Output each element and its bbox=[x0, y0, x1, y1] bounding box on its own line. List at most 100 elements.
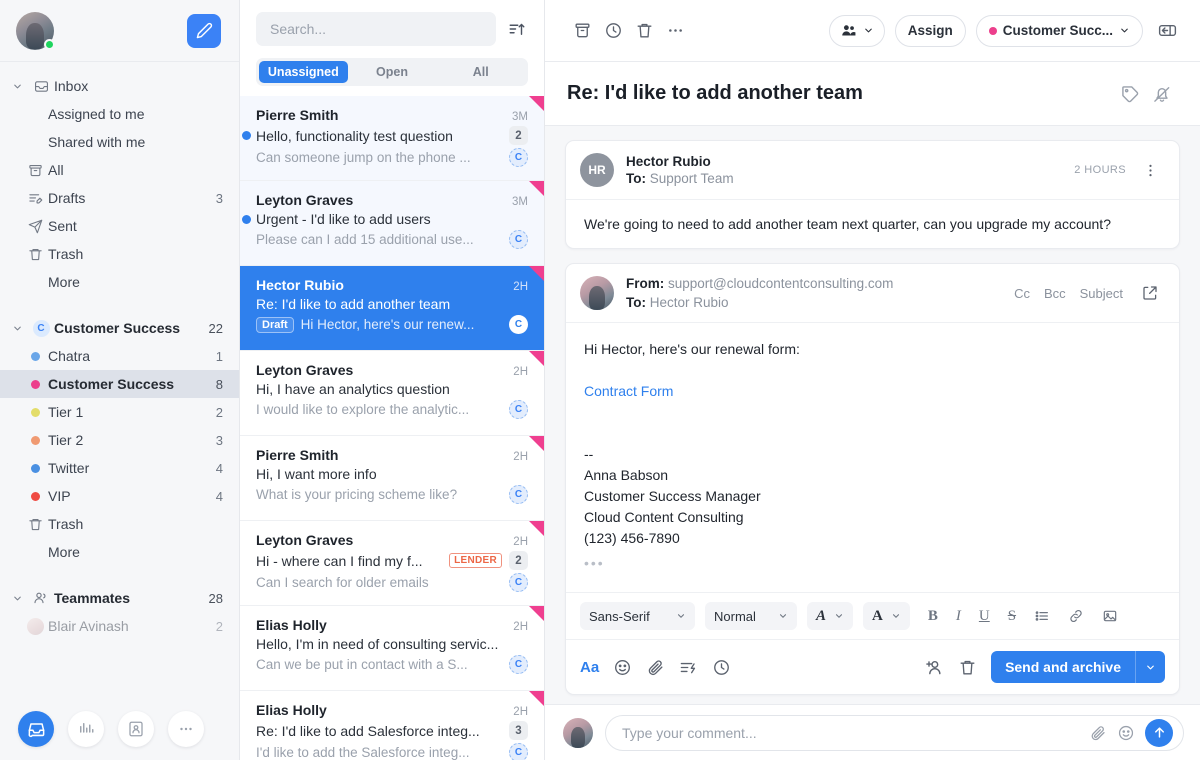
sidebar-item-assigned-to-me[interactable]: Assigned to me bbox=[0, 100, 239, 128]
chevron-down-icon[interactable] bbox=[1136, 662, 1165, 673]
color-dot-icon bbox=[22, 407, 48, 417]
trash-icon[interactable] bbox=[629, 15, 660, 46]
people-filter-button[interactable] bbox=[828, 14, 885, 47]
font-family-select[interactable]: Sans-Serif bbox=[580, 602, 695, 630]
inbox-icon[interactable] bbox=[18, 711, 54, 747]
sidebar-item-tier-1[interactable]: Tier 1 2 bbox=[0, 398, 239, 426]
sidebar-group-customer-success[interactable]: C Customer Success 22 bbox=[0, 314, 239, 342]
cc-button[interactable]: Cc bbox=[1014, 286, 1030, 301]
sidebar-item-inbox[interactable]: Inbox bbox=[0, 72, 239, 100]
comment-field[interactable] bbox=[605, 714, 1184, 751]
list-item[interactable]: Pierre Smith 3M Hello, functionality tes… bbox=[240, 96, 544, 181]
contacts-icon[interactable] bbox=[118, 711, 154, 747]
assign-button[interactable]: Assign bbox=[894, 14, 966, 47]
sidebar-item-twitter[interactable]: Twitter 4 bbox=[0, 454, 239, 482]
message-list[interactable]: Pierre Smith 3M Hello, functionality tes… bbox=[240, 96, 544, 760]
list-item[interactable]: Leyton Graves 3M Urgent - I'd like to ad… bbox=[240, 181, 544, 266]
sidebar-item-blair-avinash[interactable]: Blair Avinash 2 bbox=[0, 612, 239, 640]
highlight-color-icon[interactable]: A bbox=[863, 602, 910, 630]
sidebar-item-all[interactable]: All bbox=[0, 156, 239, 184]
sidebar-item-cs-trash[interactable]: Trash bbox=[0, 510, 239, 538]
popout-icon[interactable] bbox=[1135, 278, 1165, 308]
clock-icon[interactable] bbox=[598, 15, 629, 46]
thread-count: 2 bbox=[509, 126, 528, 145]
bcc-button[interactable]: Bcc bbox=[1044, 286, 1066, 301]
underline-button[interactable]: U bbox=[973, 605, 996, 628]
paperclip-icon[interactable] bbox=[646, 658, 665, 677]
quoted-text-toggle[interactable]: ••• bbox=[584, 549, 1161, 584]
sidebar-item-shared-with-me[interactable]: Shared with me bbox=[0, 128, 239, 156]
tag-icon[interactable] bbox=[1114, 78, 1146, 110]
sidebar-item-cs-more[interactable]: More bbox=[0, 538, 239, 566]
from-value: support@cloudcontentconsulting.com bbox=[668, 276, 894, 291]
sidebar-group-count: 28 bbox=[208, 590, 223, 606]
sidebar-item-vip[interactable]: VIP 4 bbox=[0, 482, 239, 510]
sidebar-item-label: Assigned to me bbox=[48, 106, 145, 122]
archive-icon[interactable] bbox=[567, 15, 598, 46]
chevron-down-icon[interactable] bbox=[6, 593, 28, 604]
bold-button[interactable]: B bbox=[922, 605, 944, 628]
message-timestamp: 2 HOURS bbox=[1074, 164, 1126, 176]
bell-off-icon[interactable] bbox=[1146, 78, 1178, 110]
tag-selector[interactable]: Customer Succ... bbox=[975, 14, 1143, 47]
image-icon[interactable] bbox=[1096, 605, 1124, 627]
sidebar-item-chatra[interactable]: Chatra 1 bbox=[0, 342, 239, 370]
sidebar-group-teammates[interactable]: Teammates 28 bbox=[0, 584, 239, 612]
sidebar-item-trash[interactable]: Trash bbox=[0, 240, 239, 268]
add-person-icon[interactable] bbox=[924, 657, 944, 677]
send-and-archive-button[interactable]: Send and archive bbox=[991, 651, 1165, 683]
online-status-dot bbox=[44, 38, 55, 50]
chevron-down-icon bbox=[835, 614, 843, 618]
collapse-panel-icon[interactable] bbox=[1151, 14, 1184, 47]
strikethrough-button[interactable]: S bbox=[1002, 605, 1022, 628]
search-input[interactable] bbox=[256, 12, 496, 46]
sidebar-item-drafts[interactable]: Drafts 3 bbox=[0, 184, 239, 212]
text-color-icon[interactable]: A bbox=[807, 602, 854, 630]
list-item[interactable]: Elias Holly 2H Hello, I'm in need of con… bbox=[240, 606, 544, 691]
signature-line: -- bbox=[584, 446, 594, 462]
reports-icon[interactable] bbox=[68, 711, 104, 747]
thread-count: 2 bbox=[509, 551, 528, 570]
assignee-chip: C bbox=[509, 655, 528, 674]
italic-button[interactable]: I bbox=[950, 605, 967, 628]
send-up-icon[interactable] bbox=[1145, 718, 1173, 747]
more-vertical-icon[interactable] bbox=[1136, 156, 1165, 185]
teammate-avatar bbox=[22, 617, 48, 635]
sidebar-item-tier-2[interactable]: Tier 2 3 bbox=[0, 426, 239, 454]
font-size-select[interactable]: Normal bbox=[705, 602, 797, 630]
comment-input[interactable] bbox=[622, 724, 1079, 741]
discard-draft-icon[interactable] bbox=[958, 658, 977, 677]
sidebar-item-sent[interactable]: Sent bbox=[0, 212, 239, 240]
list-item[interactable]: Elias Holly 2H Re: I'd like to add Sales… bbox=[240, 691, 544, 760]
list-item[interactable]: Leyton Graves 2H Hi - where can I find m… bbox=[240, 521, 544, 606]
emoji-icon[interactable] bbox=[1117, 724, 1135, 742]
user-avatar[interactable] bbox=[16, 11, 55, 50]
list-item[interactable]: Leyton Graves 2H Hi, I have an analytics… bbox=[240, 351, 544, 436]
emoji-icon[interactable] bbox=[613, 658, 632, 677]
schedule-clock-icon[interactable] bbox=[712, 658, 731, 677]
tab-unassigned[interactable]: Unassigned bbox=[259, 61, 348, 83]
sidebar-item-more[interactable]: More bbox=[0, 268, 239, 296]
toggle-format-button[interactable]: Aa bbox=[580, 659, 599, 676]
subject-button[interactable]: Subject bbox=[1080, 286, 1123, 301]
list-item[interactable]: Hector Rubio 2H Re: I'd like to add anot… bbox=[240, 266, 544, 351]
chevron-down-icon bbox=[892, 614, 899, 618]
contract-form-link[interactable]: Contract Form bbox=[584, 383, 673, 399]
chevron-down-icon[interactable] bbox=[6, 81, 28, 92]
chevron-down-icon[interactable] bbox=[6, 323, 28, 334]
sidebar-item-customer-success[interactable]: Customer Success 8 bbox=[0, 370, 239, 398]
conversation-body[interactable]: HR Hector Rubio To: Support Team 2 HOURS… bbox=[545, 126, 1200, 704]
avatar: HR bbox=[580, 153, 614, 187]
more-icon[interactable] bbox=[168, 711, 204, 747]
list-item[interactable]: Pierre Smith 2H Hi, I want more info Wha… bbox=[240, 436, 544, 521]
paperclip-icon[interactable] bbox=[1089, 724, 1107, 742]
link-icon[interactable] bbox=[1062, 605, 1090, 627]
tab-open[interactable]: Open bbox=[348, 61, 437, 83]
template-icon[interactable] bbox=[679, 658, 698, 677]
more-horizontal-icon[interactable] bbox=[660, 15, 691, 46]
compose-editor[interactable]: Hi Hector, here's our renewal form: Cont… bbox=[566, 323, 1179, 592]
compose-button[interactable] bbox=[187, 13, 221, 48]
sort-ascending-icon[interactable] bbox=[506, 18, 528, 40]
bulleted-list-icon[interactable] bbox=[1028, 605, 1056, 627]
tab-all[interactable]: All bbox=[436, 61, 525, 83]
